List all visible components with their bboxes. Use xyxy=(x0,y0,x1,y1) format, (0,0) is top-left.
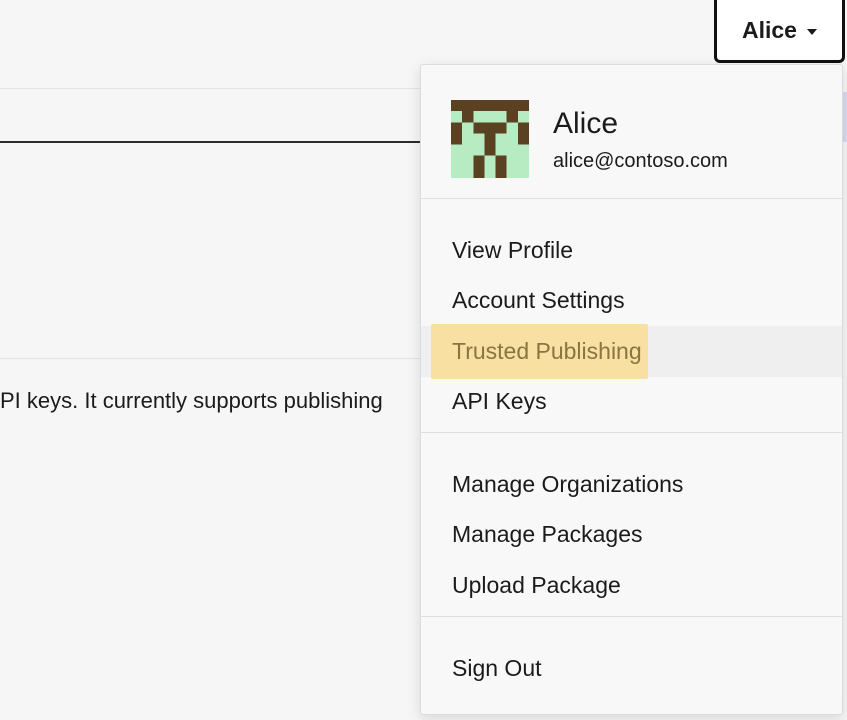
menu-item-view-profile[interactable]: View Profile xyxy=(421,225,842,276)
user-dropdown-menu: Alice alice@contoso.com View Profile Acc… xyxy=(420,64,843,715)
section-divider xyxy=(0,358,420,359)
caret-down-icon xyxy=(806,28,817,35)
menu-item-label: API Keys xyxy=(452,388,547,415)
menu-item-label: Sign Out xyxy=(452,654,542,681)
menu-group-session: Sign Out xyxy=(421,617,842,694)
menu-item-label: Manage Packages xyxy=(452,521,643,548)
profile-name: Alice xyxy=(553,107,619,140)
menu-item-api-keys[interactable]: API Keys xyxy=(421,377,842,428)
menu-group-packages: Manage Organizations Manage Packages Upl… xyxy=(421,433,842,617)
menu-item-label: Trusted Publishing xyxy=(431,323,648,379)
menu-item-upload-package[interactable]: Upload Package xyxy=(421,560,842,611)
menu-group-account: View Profile Account Settings Trusted Pu… xyxy=(421,199,842,433)
menu-item-manage-packages[interactable]: Manage Packages xyxy=(421,510,842,561)
menu-item-manage-organizations[interactable]: Manage Organizations xyxy=(421,459,842,510)
menu-item-label: Upload Package xyxy=(452,571,621,598)
menu-item-label: Manage Organizations xyxy=(452,470,684,497)
menu-item-label: View Profile xyxy=(452,236,574,263)
menu-item-trusted-publishing[interactable]: Trusted Publishing xyxy=(421,323,842,379)
user-menu-button-label: Alice xyxy=(742,16,797,43)
profile-email: alice@contoso.com xyxy=(553,150,728,172)
page-header-divider xyxy=(0,88,420,89)
avatar xyxy=(451,100,529,178)
search-input-underline xyxy=(0,141,420,143)
profile-summary: Alice alice@contoso.com xyxy=(421,65,842,199)
menu-item-label: Account Settings xyxy=(452,287,625,314)
user-menu-button[interactable]: Alice xyxy=(714,0,845,63)
menu-item-sign-out[interactable]: Sign Out xyxy=(421,643,842,694)
page-description-text: PI keys. It currently supports publishin… xyxy=(0,388,383,413)
menu-item-account-settings[interactable]: Account Settings xyxy=(421,276,842,327)
page: PI keys. It currently supports publishin… xyxy=(0,0,847,720)
